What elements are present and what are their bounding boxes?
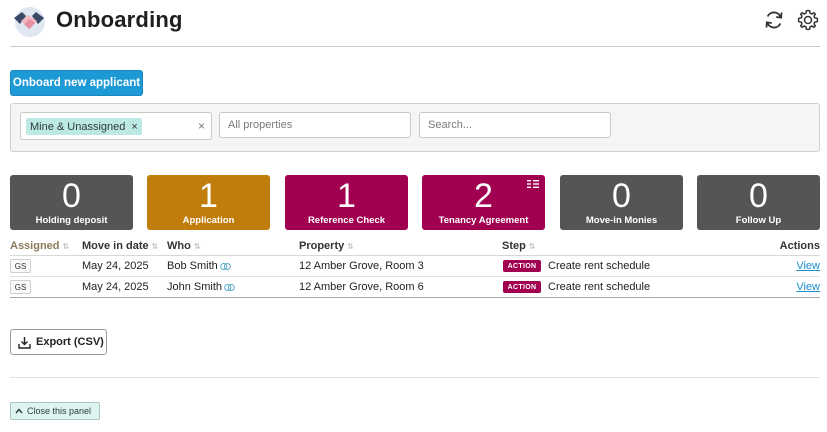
export-label: Export (CSV) xyxy=(36,336,104,348)
clear-filter-icon[interactable]: × xyxy=(198,119,205,133)
stage-label: Tenancy Agreement xyxy=(438,215,529,226)
view-link[interactable]: View xyxy=(796,260,820,272)
sort-icon[interactable]: ⇅ xyxy=(347,242,354,251)
column-header-step[interactable]: Step ⇅ xyxy=(502,240,536,252)
sort-icon[interactable]: ⇅ xyxy=(529,242,536,251)
page-header: Onboarding xyxy=(0,0,827,46)
property-cell: 12 Amber Grove, Room 3 xyxy=(299,260,424,272)
action-badge: ACTION xyxy=(503,260,541,272)
gear-icon[interactable] xyxy=(797,9,819,31)
link-icon[interactable] xyxy=(224,283,235,292)
properties-filter-input[interactable] xyxy=(219,112,411,138)
stage-card-follow-up[interactable]: 0 Follow Up xyxy=(697,175,820,230)
move-in-date: May 24, 2025 xyxy=(82,260,149,272)
stage-card-holding-deposit[interactable]: 0 Holding deposit xyxy=(10,175,133,230)
search-input[interactable] xyxy=(419,112,611,138)
column-header-move-in[interactable]: Move in date ⇅ xyxy=(82,240,158,252)
stage-card-tenancy-agreement[interactable]: 2 Tenancy Agreement xyxy=(422,175,545,230)
stage-count: 0 xyxy=(749,177,768,215)
footer-divider xyxy=(10,377,820,378)
column-header-who[interactable]: Who ⇅ xyxy=(167,240,201,252)
who-cell: John Smith xyxy=(167,281,235,293)
link-icon[interactable] xyxy=(219,262,231,271)
sort-icon[interactable]: ⇅ xyxy=(152,242,159,251)
filter-panel: Mine & Unassigned × × xyxy=(10,103,820,152)
stage-count: 1 xyxy=(337,177,356,215)
close-panel-label: Close this panel xyxy=(27,406,92,416)
close-panel-button[interactable]: Close this panel xyxy=(10,402,100,420)
onboard-new-applicant-button[interactable]: Onboard new applicant xyxy=(10,70,143,96)
applicant-name[interactable]: Bob Smith xyxy=(167,260,218,272)
column-header-assigned[interactable]: Assigned ⇅ xyxy=(10,240,69,252)
column-header-label: Who xyxy=(167,240,191,252)
filter-tag-label: Mine & Unassigned xyxy=(30,120,126,133)
stage-label: Reference Check xyxy=(307,215,386,226)
table-bottom-border xyxy=(10,297,820,298)
filter-tag: Mine & Unassigned × xyxy=(26,118,142,135)
table-row: GS May 24, 2025 John Smith 12 Amber Grov… xyxy=(10,277,820,298)
stage-label: Follow Up xyxy=(735,215,782,226)
list-view-icon[interactable] xyxy=(527,180,539,188)
stage-count: 1 xyxy=(199,177,218,215)
property-cell: 12 Amber Grove, Room 6 xyxy=(299,281,424,293)
table-row: GS May 24, 2025 Bob Smith 12 Amber Grove… xyxy=(10,256,820,277)
assignee-badge: GS xyxy=(10,280,31,294)
column-header-property[interactable]: Property ⇅ xyxy=(299,240,354,252)
download-icon xyxy=(18,336,31,349)
applicant-name[interactable]: John Smith xyxy=(167,281,222,293)
remove-tag-icon[interactable]: × xyxy=(131,121,137,133)
sort-icon[interactable]: ⇅ xyxy=(194,242,201,251)
column-header-label: Step xyxy=(502,240,526,252)
assignee-badge: GS xyxy=(10,259,31,273)
stage-label: Holding deposit xyxy=(35,215,108,226)
who-cell: Bob Smith xyxy=(167,260,231,272)
stage-label: Application xyxy=(182,215,235,226)
chevron-up-icon xyxy=(15,408,23,414)
page-title: Onboarding xyxy=(56,7,183,32)
refresh-icon[interactable] xyxy=(763,9,785,31)
stage-count: 0 xyxy=(612,177,631,215)
stage-count: 0 xyxy=(62,177,81,215)
handshake-icon xyxy=(14,7,45,37)
column-header-label: Assigned xyxy=(10,240,60,252)
stage-card-reference-check[interactable]: 1 Reference Check xyxy=(285,175,408,230)
column-header-actions: Actions xyxy=(779,240,820,252)
stage-card-move-in-monies[interactable]: 0 Move-in Monies xyxy=(560,175,683,230)
column-header-label: Move in date xyxy=(82,240,149,252)
sort-icon[interactable]: ⇅ xyxy=(63,242,70,251)
step-cell: Create rent schedule xyxy=(548,281,651,293)
stage-label: Move-in Monies xyxy=(585,215,658,226)
stage-card-application[interactable]: 1 Application xyxy=(147,175,270,230)
column-header-label: Property xyxy=(299,240,345,252)
export-csv-button[interactable]: Export (CSV) xyxy=(10,329,107,355)
step-cell: Create rent schedule xyxy=(548,260,651,272)
action-badge: ACTION xyxy=(503,281,541,293)
assigned-filter[interactable]: Mine & Unassigned × × xyxy=(20,112,212,140)
header-divider xyxy=(10,46,820,47)
move-in-date: May 24, 2025 xyxy=(82,281,149,293)
view-link[interactable]: View xyxy=(796,281,820,293)
